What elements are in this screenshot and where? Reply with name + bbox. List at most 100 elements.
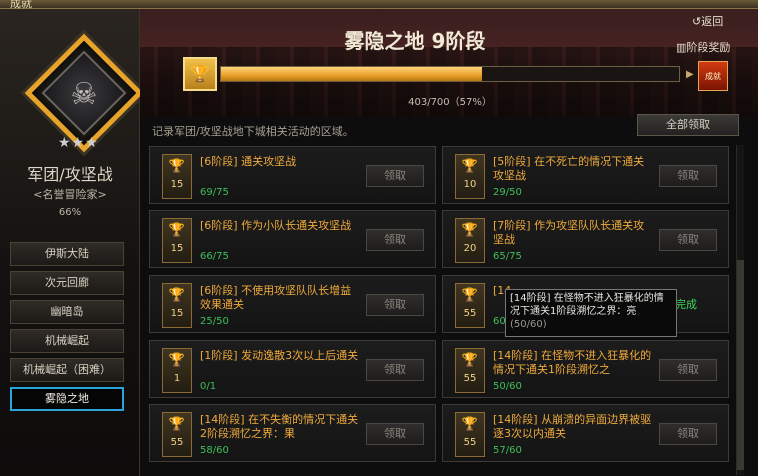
claim-button[interactable]: 领取: [659, 229, 717, 251]
return-arrow-icon: ↺: [692, 15, 702, 28]
trophy-icon: 🏆: [168, 288, 186, 303]
badge-level: 55: [170, 437, 184, 448]
achievement-card: 🏆 15 [6阶段] 通关攻坚战 69/75 领取: [149, 146, 436, 204]
arrow-right-icon: ▶: [686, 69, 694, 80]
achievement-title: [14阶段] 从崩溃的异面边界被驱逐3次以内通关: [493, 413, 652, 440]
achievement-badge: 🏆 55: [455, 283, 485, 328]
nav-item-isys[interactable]: 伊斯大陆: [10, 242, 124, 266]
tooltip-count: (50/60): [510, 319, 547, 330]
achievement-badge: 🏆 55: [162, 412, 192, 457]
trophy-icon: 🏆: [183, 57, 217, 91]
rank-stars: ★★★: [58, 135, 99, 151]
category-title: 军团/攻坚战: [27, 165, 113, 184]
achievement-badge: 🏆 15: [162, 154, 192, 199]
achievement-card: 🏆 15 [6阶段] 作为小队长通关攻坚战 66/75 领取: [149, 210, 436, 268]
achievement-count: 60: [493, 316, 506, 327]
achievement-count: 58/60: [200, 445, 229, 456]
category-subtitle: <名誉冒险家>: [33, 188, 107, 201]
claim-button[interactable]: 领取: [659, 165, 717, 187]
stage-reward-label: 阶段奖励: [686, 41, 731, 54]
reward-icon-text: 成就: [705, 72, 721, 81]
window-titlebar: 成就: [0, 0, 758, 10]
region-description: 记录军团/攻坚战地下城相关活动的区域。: [152, 125, 354, 138]
back-button[interactable]: ↺返回: [692, 13, 723, 29]
trophy-icon: 🏆: [168, 223, 186, 238]
achievement-badge: 🏆 15: [162, 283, 192, 328]
achievement-card: 🏆 55 [14阶段] 在怪物不进入狂暴化的情况下通关1阶段溯忆之 50/60 领…: [442, 340, 729, 398]
stage-progress-bar: [220, 66, 680, 82]
achievement-badge: 🏆 55: [455, 348, 485, 393]
scrollbar-thumb[interactable]: [737, 260, 744, 470]
achievement-count: 0/1: [200, 381, 217, 392]
claim-button[interactable]: 领取: [366, 229, 424, 251]
badge-level: 15: [170, 243, 184, 254]
trophy-icon: 🏆: [461, 417, 479, 432]
badge-level: 1: [173, 373, 181, 384]
progress-fill: [221, 67, 483, 81]
achievement-count: 50/60: [493, 381, 522, 392]
stage-reward-icon[interactable]: 成就: [698, 61, 728, 91]
achievement-count: 29/50: [493, 187, 522, 198]
nav-item-mist-land[interactable]: 雾隐之地: [10, 387, 124, 411]
achievement-card: 🏆 20 [7阶段] 作为攻坚队队长通关攻坚战 65/75 领取: [442, 210, 729, 268]
achievement-card: 🏆 55 [14阶段] 从崩溃的异面边界被驱逐3次以内通关 57/60 领取: [442, 404, 729, 462]
horned-skull-icon: ☠: [70, 77, 98, 112]
achievement-badge: 🏆 1: [162, 348, 192, 393]
trophy-icon: 🏆: [461, 159, 479, 174]
trophy-icon: 🏆: [461, 288, 479, 303]
trophy-icon: 🏆: [168, 159, 186, 174]
achievement-title: [6阶段] 通关攻坚战: [200, 155, 297, 168]
achievement-count: 57/60: [493, 445, 522, 456]
claim-button[interactable]: 领取: [659, 423, 717, 445]
trophy-icon: 🏆: [461, 353, 479, 368]
achievement-badge: 🏆 15: [162, 218, 192, 263]
achievement-count: 69/75: [200, 187, 229, 198]
badge-level: 10: [463, 179, 477, 190]
nav-item-machine-rise[interactable]: 机械崛起: [10, 329, 124, 353]
nav-item-dark-island[interactable]: 幽暗岛: [10, 300, 124, 324]
stage-reward-button[interactable]: ▥阶段奖励: [676, 39, 730, 55]
claim-all-button[interactable]: 全部领取: [637, 114, 739, 136]
achievement-title: [6阶段] 不使用攻坚队队长增益效果通关: [200, 284, 352, 311]
achievement-tooltip: [14阶段] 在怪物不进入狂暴化的情况下通关1阶段溯忆之界：亮 (50/60): [505, 289, 677, 337]
achievement-card: 🏆 10 [5阶段] 在不死亡的情况下通关攻坚战 29/50 领取: [442, 146, 729, 204]
achievement-badge: 🏆 20: [455, 218, 485, 263]
claim-button[interactable]: 领取: [366, 359, 424, 381]
badge-level: 20: [463, 243, 477, 254]
category-emblem: ☠ ★★★: [14, 23, 144, 153]
claim-button[interactable]: 领取: [366, 423, 424, 445]
completed-label: 完成: [675, 298, 697, 311]
tooltip-text: [14阶段] 在怪物不进入狂暴化的情况下通关1阶段溯忆之界：亮: [510, 293, 664, 317]
achievement-title: [5阶段] 在不死亡的情况下通关攻坚战: [493, 155, 645, 182]
badge-level: 55: [463, 373, 477, 384]
achievement-main-panel: 雾隐之地 9阶段 ↺返回 ▥阶段奖励 🏆 ▶ 成就 403/700（57%） 记…: [140, 9, 758, 476]
stage-title: 雾隐之地 9阶段: [344, 29, 486, 53]
trophy-icon: 🏆: [168, 353, 186, 368]
claim-button[interactable]: 领取: [366, 165, 424, 187]
gift-icon: ▥: [676, 41, 687, 54]
achievement-card: 🏆 15 [6阶段] 不使用攻坚队队长增益效果通关 25/50 领取: [149, 275, 436, 333]
achievement-card: 🏆 55 [14阶段] 在不失衡的情况下通关2阶段溯忆之界：果 58/60 领取: [149, 404, 436, 462]
achievement-title: [14阶段] 在怪物不进入狂暴化的情况下通关1阶段溯忆之: [493, 349, 652, 376]
achievement-title: [1阶段] 发动逸散3次以上后通关: [200, 349, 359, 362]
category-panel: ☠ ★★★ 军团/攻坚战 <名誉冒险家> 66% 伊斯大陆 次元回廊 幽暗岛 机…: [0, 9, 144, 476]
nav-item-machine-rise-hard[interactable]: 机械崛起（困难）: [10, 358, 124, 382]
nav-item-dimension-corridor[interactable]: 次元回廊: [10, 271, 124, 295]
badge-level: 15: [170, 308, 184, 319]
trophy-icon: 🏆: [461, 223, 479, 238]
achievement-list-scrollbar[interactable]: [736, 145, 744, 475]
claim-button[interactable]: 领取: [366, 294, 424, 316]
claim-button[interactable]: 领取: [659, 359, 717, 381]
achievement-badge: 🏆 10: [455, 154, 485, 199]
achievement-count: 25/50: [200, 316, 229, 327]
achievement-title: [6阶段] 作为小队长通关攻坚战: [200, 219, 352, 232]
achievement-card: 🏆 1 [1阶段] 发动逸散3次以上后通关 0/1 领取: [149, 340, 436, 398]
achievement-badge: 🏆 55: [455, 412, 485, 457]
category-percent: 66%: [58, 207, 82, 218]
achievement-count: 66/75: [200, 251, 229, 262]
progress-text: 403/700（57%）: [408, 97, 492, 108]
achievement-count: 65/75: [493, 251, 522, 262]
badge-level: 55: [463, 437, 477, 448]
back-button-label: 返回: [701, 15, 724, 28]
achievement-title: [14阶段] 在不失衡的情况下通关2阶段溯忆之界：果: [200, 413, 359, 440]
